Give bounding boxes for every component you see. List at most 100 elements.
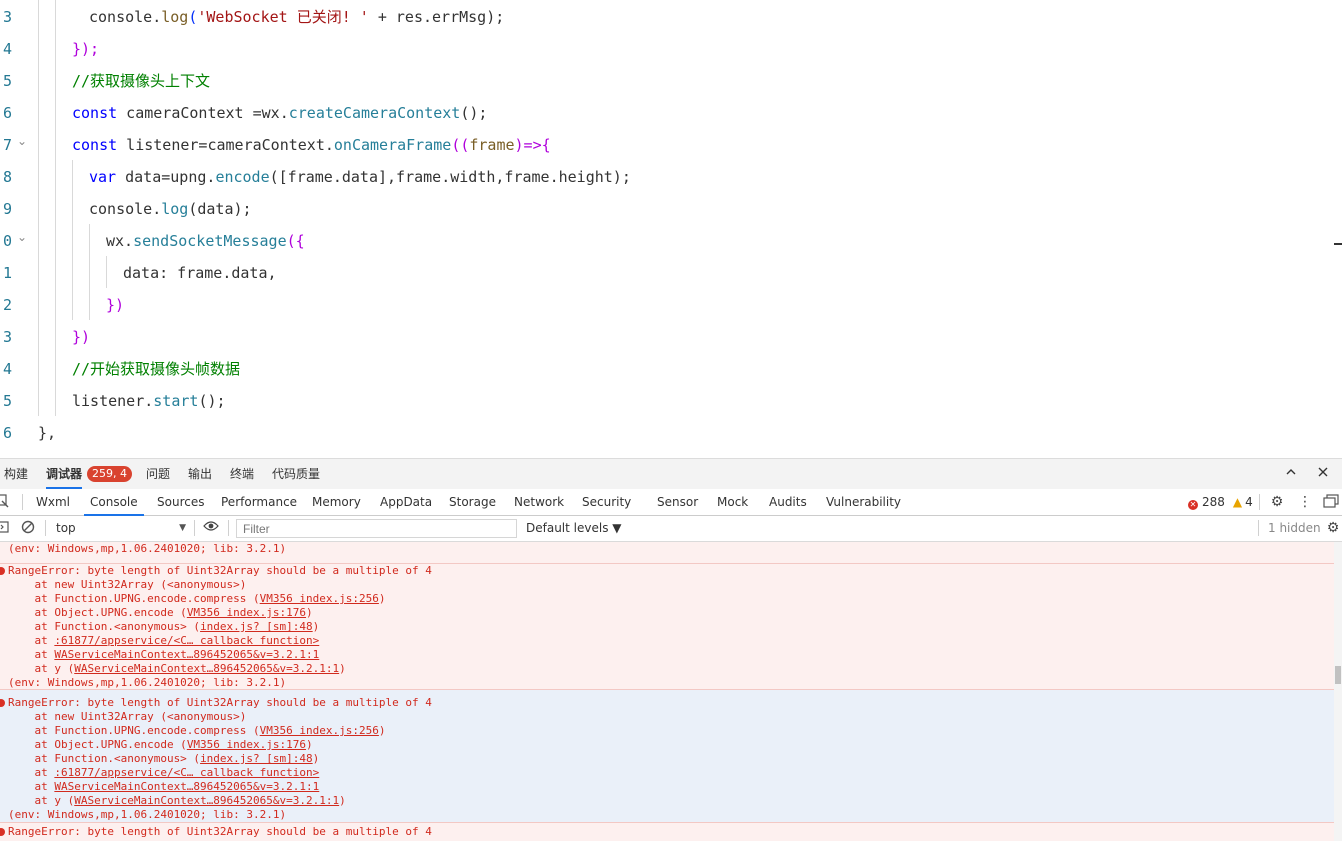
code-text: })	[72, 328, 91, 346]
issue-counts[interactable]: ✕ 288 ▲ 4	[1188, 489, 1253, 515]
debugger-count-badge: 259, 4	[87, 466, 132, 482]
undock-icon[interactable]	[1323, 494, 1339, 510]
scrollbar-thumb[interactable]	[1335, 666, 1341, 684]
stack-frame: at WAServiceMainContext…896452065&v=3.2.…	[8, 648, 320, 661]
code-line[interactable]: 4 //开始获取摄像头帧数据	[0, 353, 1342, 385]
code-text: })	[106, 296, 125, 314]
tab-code-quality[interactable]: 代码质量	[272, 459, 320, 489]
stack-frame: at Object.UPNG.encode (VM356 index.js:17…	[8, 606, 313, 619]
console-error-message[interactable]: RangeError: byte length of Uint32Array s…	[0, 564, 1334, 690]
tab-sensor[interactable]: Sensor	[657, 489, 698, 515]
console-error-message[interactable]: RangeError: byte length of Uint32Array s…	[0, 690, 1334, 822]
stack-frame: at y (WAServiceMainContext…896452065&v=3…	[8, 662, 346, 675]
code-line[interactable]: 5 listener.start();	[0, 385, 1342, 417]
tab-mock[interactable]: Mock	[717, 489, 748, 515]
code-line[interactable]: 6 const cameraContext =wx.createCameraCo…	[0, 97, 1342, 129]
tab-memory[interactable]: Memory	[312, 489, 361, 515]
source-link[interactable]: index.js? [sm]:48	[200, 620, 313, 633]
code-line[interactable]: 3 })	[0, 321, 1342, 353]
source-link[interactable]: :61877/appservice/<C… callback function>	[54, 766, 319, 779]
console-output[interactable]: (env: Windows,mp,1.06.2401020; lib: 3.2.…	[0, 542, 1334, 841]
inspect-element-icon[interactable]	[0, 494, 10, 510]
code-line[interactable]: 5 //获取摄像头上下文	[0, 65, 1342, 97]
source-link[interactable]: index.js? [sm]:48	[200, 752, 313, 765]
clear-console-icon[interactable]	[20, 520, 36, 536]
tab-debugger[interactable]: 调试器	[46, 459, 83, 489]
context-value: top	[56, 521, 76, 535]
tab-sources[interactable]: Sources	[157, 489, 204, 515]
code-line[interactable]: 7 ⌄ const listener=cameraContext.onCamer…	[0, 129, 1342, 161]
sidebar-toggle-icon[interactable]	[0, 520, 10, 536]
source-link[interactable]: VM356 index.js:176	[187, 738, 306, 751]
source-link[interactable]: WAServiceMainContext…896452065&v=3.2.1:1	[54, 780, 319, 793]
tab-console[interactable]: Console	[84, 489, 144, 516]
code-editor[interactable]: 3 console.log('WebSocket 已关闭! ' + res.er…	[0, 0, 1342, 458]
line-number: 4	[2, 360, 12, 378]
code-text: const listener=cameraContext.onCameraFra…	[72, 136, 551, 154]
source-link[interactable]: VM356 index.js:256	[260, 724, 379, 737]
line-number: 4	[2, 40, 12, 58]
code-line[interactable]: 9 console.log(data);	[0, 193, 1342, 225]
source-link[interactable]: :61877/appservice/<C… callback function>	[54, 634, 319, 647]
error-text: RangeError: byte length of Uint32Array s…	[8, 825, 432, 838]
live-expression-eye-icon[interactable]	[203, 520, 219, 536]
line-number: 2	[2, 296, 12, 314]
tab-terminal[interactable]: 终端	[230, 459, 254, 489]
code-line[interactable]: 3 console.log('WebSocket 已关闭! ' + res.er…	[0, 1, 1342, 33]
source-link[interactable]: WAServiceMainContext…896452065&v=3.2.1:1	[74, 794, 339, 807]
tab-output[interactable]: 输出	[188, 459, 212, 489]
toolbar-divider	[1258, 520, 1259, 536]
source-link[interactable]: VM356 index.js:176	[187, 606, 306, 619]
source-link[interactable]: WAServiceMainContext…896452065&v=3.2.1:1	[54, 648, 319, 661]
tab-appdata[interactable]: AppData	[380, 489, 432, 515]
tab-performance[interactable]: Performance	[221, 489, 297, 515]
console-message[interactable]: (env: Windows,mp,1.06.2401020; lib: 3.2.…	[0, 542, 1334, 564]
code-line[interactable]: 1 data: frame.data,	[0, 257, 1342, 289]
console-settings-gear-icon[interactable]: ⚙	[1325, 520, 1341, 536]
tab-vulnerability[interactable]: Vulnerability	[826, 489, 901, 515]
code-line[interactable]: 8 var data=upng.encode([frame.data],fram…	[0, 161, 1342, 193]
source-link[interactable]: VM356 index.js:256	[260, 592, 379, 605]
tab-problems[interactable]: 问题	[146, 459, 170, 489]
code-line[interactable]: 6 },	[0, 417, 1342, 449]
stack-frame: at Function.UPNG.encode.compress (VM356 …	[8, 592, 386, 605]
collapse-panel-icon[interactable]	[1283, 466, 1299, 482]
console-error-message[interactable]: RangeError: byte length of Uint32Array s…	[0, 823, 1334, 841]
settings-gear-icon[interactable]: ⚙	[1269, 494, 1285, 510]
line-number: 6	[2, 424, 12, 442]
stack-frame: at Function.<anonymous> (index.js? [sm]:…	[8, 752, 320, 765]
code-text: var data=upng.encode([frame.data],frame.…	[89, 168, 631, 186]
toolbar-divider	[194, 520, 195, 536]
error-icon	[0, 567, 5, 575]
filter-input[interactable]	[236, 519, 517, 538]
code-comment: //获取摄像头上下文	[72, 72, 211, 90]
line-number: 0	[2, 232, 12, 250]
code-text: });	[72, 40, 100, 58]
log-levels-dropdown[interactable]: Default levels ▼	[526, 516, 622, 541]
stack-frame: at new Uint32Array (<anonymous>)	[8, 710, 247, 723]
fold-chevron-icon[interactable]: ⌄	[17, 231, 29, 243]
more-options-icon[interactable]: ⋮	[1297, 494, 1313, 510]
tab-wxml[interactable]: Wxml	[36, 489, 70, 515]
code-line[interactable]: 2 })	[0, 289, 1342, 321]
code-comment: //开始获取摄像头帧数据	[72, 360, 241, 378]
code-line[interactable]: 4 });	[0, 33, 1342, 65]
tab-build[interactable]: 构建	[4, 459, 28, 489]
code-line[interactable]: 0 ⌄ wx.sendSocketMessage({	[0, 225, 1342, 257]
tab-network[interactable]: Network	[514, 489, 564, 515]
code-text: const cameraContext =wx.createCameraCont…	[72, 104, 488, 122]
close-panel-icon[interactable]	[1315, 466, 1331, 482]
devtools-panel: 构建 调试器 259, 4 问题 输出 终端 代码质量 Wxml Console…	[0, 458, 1342, 841]
console-scrollbar[interactable]	[1334, 542, 1342, 841]
tab-storage[interactable]: Storage	[449, 489, 496, 515]
tab-audits[interactable]: Audits	[769, 489, 807, 515]
stack-frame: at y (WAServiceMainContext…896452065&v=3…	[8, 794, 346, 807]
fold-chevron-icon[interactable]: ⌄	[17, 135, 29, 147]
line-number: 1	[2, 264, 12, 282]
context-selector[interactable]: top ▼	[50, 516, 188, 541]
stack-frame: at :61877/appservice/<C… callback functi…	[8, 634, 320, 647]
error-text: RangeError: byte length of Uint32Array s…	[8, 696, 432, 709]
source-link[interactable]: WAServiceMainContext…896452065&v=3.2.1:1	[74, 662, 339, 675]
tab-security[interactable]: Security	[582, 489, 631, 515]
toolbar-divider	[1259, 494, 1260, 510]
